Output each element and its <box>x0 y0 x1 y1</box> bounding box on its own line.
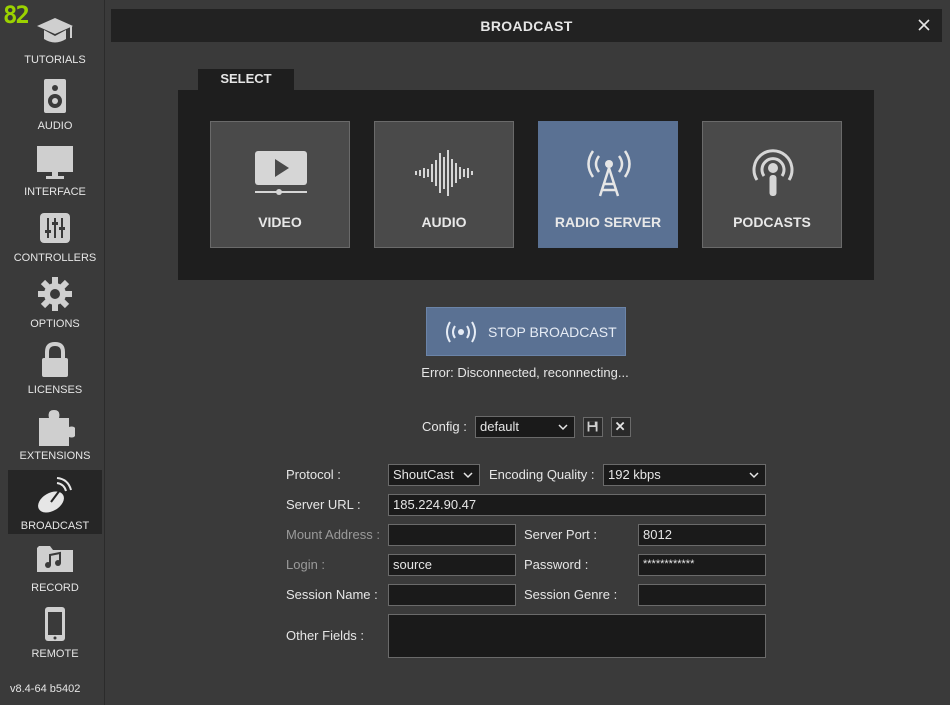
login-label: Login : <box>286 557 326 572</box>
select-tab: SELECT <box>198 69 294 90</box>
protocol-value: ShoutCast <box>393 467 454 482</box>
video-play-icon <box>255 151 307 195</box>
close-icon[interactable] <box>914 15 934 35</box>
save-icon <box>587 421 598 432</box>
card-label: AUDIO <box>421 214 467 230</box>
sliders-icon <box>40 213 70 243</box>
encoding-quality-value: 192 kbps <box>608 467 661 482</box>
broadcast-waves-icon <box>446 321 476 343</box>
error-status: Error: Disconnected, reconnecting... <box>0 365 950 380</box>
select-panel: VIDEO AUDIO RADIO SERVER PODCASTS <box>178 90 874 280</box>
server-port-label: Server Port : <box>524 527 597 542</box>
session-name-label: Session Name : <box>286 587 378 602</box>
card-audio[interactable]: AUDIO <box>374 121 514 248</box>
music-folder-icon <box>37 546 73 572</box>
login-field[interactable]: source <box>388 554 516 576</box>
card-label: VIDEO <box>258 214 302 230</box>
gear-icon <box>38 277 72 311</box>
sidebar: 82 TUTORIALS AUDIO INTERFACE CONTROLLERS… <box>0 0 105 705</box>
version-label: v8.4-64 b5402 <box>10 683 81 695</box>
audio-waveform-icon <box>415 150 473 196</box>
sidebar-item-label: EXTENSIONS <box>19 450 91 462</box>
sidebar-item-label: BROADCAST <box>20 520 90 532</box>
sidebar-item-label: CONTROLLERS <box>13 252 97 264</box>
password-label: Password : <box>524 557 589 572</box>
sidebar-item-label: INTERFACE <box>24 186 86 198</box>
mount-address-field[interactable] <box>388 524 516 546</box>
card-video[interactable]: VIDEO <box>210 121 350 248</box>
stop-broadcast-label: STOP BROADCAST <box>488 324 617 340</box>
sidebar-item-options[interactable]: OPTIONS <box>8 268 102 332</box>
server-url-label: Server URL : <box>286 497 361 512</box>
sidebar-item-label: REMOTE <box>31 648 79 660</box>
config-label: Config : <box>422 419 467 434</box>
graduation-cap-icon <box>37 18 73 43</box>
server-url-field[interactable]: 185.224.90.47 <box>388 494 766 516</box>
card-podcasts[interactable]: PODCASTS <box>702 121 842 248</box>
sidebar-item-tutorials[interactable]: TUTORIALS <box>8 4 102 68</box>
podcast-icon <box>752 149 794 196</box>
config-select[interactable]: default <box>475 416 575 438</box>
sidebar-item-extensions[interactable]: EXTENSIONS <box>8 400 102 464</box>
session-genre-field[interactable] <box>638 584 766 606</box>
sidebar-item-label: AUDIO <box>37 120 73 132</box>
sidebar-item-audio[interactable]: AUDIO <box>8 70 102 134</box>
config-value: default <box>480 419 520 434</box>
close-icon <box>615 421 625 431</box>
speaker-icon <box>44 79 66 113</box>
sidebar-item-record[interactable]: RECORD <box>8 532 102 596</box>
radio-tower-icon <box>587 150 631 197</box>
other-fields-textarea[interactable] <box>388 614 766 658</box>
save-config-button[interactable] <box>583 417 603 437</box>
window-titlebar: BROADCAST <box>111 9 942 42</box>
card-label: PODCASTS <box>733 214 811 230</box>
password-field[interactable]: ************ <box>638 554 766 576</box>
sidebar-item-controllers[interactable]: CONTROLLERS <box>8 202 102 266</box>
puzzle-icon <box>39 410 75 446</box>
sidebar-item-label: OPTIONS <box>30 318 80 330</box>
sidebar-item-label: TUTORIALS <box>24 54 86 66</box>
server-port-field[interactable]: 8012 <box>638 524 766 546</box>
stop-broadcast-button[interactable]: STOP BROADCAST <box>426 307 626 356</box>
mount-address-label: Mount Address : <box>286 527 380 542</box>
sidebar-item-interface[interactable]: INTERFACE <box>8 136 102 200</box>
encoding-quality-label: Encoding Quality : <box>489 467 595 482</box>
chevron-down-icon <box>749 472 759 479</box>
sidebar-item-label: LICENSES <box>27 384 83 396</box>
other-fields-label: Other Fields : <box>286 628 365 643</box>
error-status-text: Error: Disconnected, reconnecting... <box>421 365 629 380</box>
monitor-icon <box>37 146 73 179</box>
chevron-down-icon <box>463 472 473 479</box>
delete-config-button[interactable] <box>611 417 631 437</box>
encoding-quality-select[interactable]: 192 kbps <box>603 464 766 486</box>
sidebar-item-label: RECORD <box>31 582 79 594</box>
sidebar-item-broadcast[interactable]: BROADCAST <box>8 470 102 534</box>
phone-icon <box>45 607 65 641</box>
session-genre-label: Session Genre : <box>524 587 618 602</box>
protocol-select[interactable]: ShoutCast <box>388 464 480 486</box>
sidebar-item-remote[interactable]: REMOTE <box>8 598 102 662</box>
satellite-dish-icon <box>38 477 72 513</box>
card-radio-server[interactable]: RADIO SERVER <box>538 121 678 248</box>
protocol-label: Protocol : <box>286 467 341 482</box>
session-name-field[interactable] <box>388 584 516 606</box>
window-title: BROADCAST <box>480 18 573 34</box>
chevron-down-icon <box>558 424 568 431</box>
card-label: RADIO SERVER <box>554 214 662 230</box>
